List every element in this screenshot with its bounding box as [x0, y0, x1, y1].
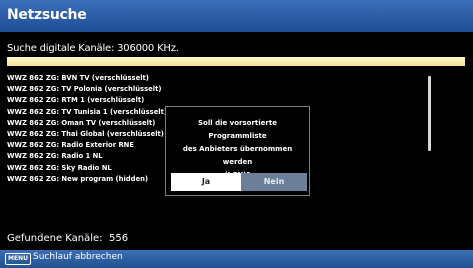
- channel-item: WWZ 862 ZG: BVN TV (verschlüsselt): [7, 74, 149, 82]
- cancel-scan-hint[interactable]: Suchlauf abbrechen: [33, 252, 123, 262]
- dialog-message-line-1: Soll die vorsortierte Programmliste: [198, 119, 277, 140]
- tv-screen: Netzsuche Suche digitale Kanäle: 306000 …: [0, 0, 473, 268]
- found-channels-count: 556: [109, 233, 129, 244]
- found-channels-label: Gefundene Kanäle:: [7, 233, 103, 244]
- page-title: Netzsuche: [7, 7, 87, 23]
- channel-list-scrollbar[interactable]: [428, 76, 431, 151]
- scan-progress-bar: [7, 57, 465, 66]
- channel-item: WWZ 862 ZG: TV Polonia (verschlüsselt): [7, 85, 162, 94]
- channel-item: WWZ 862 ZG: RTM 1 (verschlüsselt): [7, 96, 145, 105]
- dialog-message-line-2: des Anbieters übernommen werden: [182, 145, 293, 166]
- title-bar: Netzsuche: [0, 0, 473, 32]
- lcn-confirm-dialog: Soll die vorsortierte Programmliste des …: [165, 106, 310, 196]
- scan-progress-fill: [7, 57, 465, 66]
- menu-key-icon: MENU: [5, 253, 31, 265]
- yes-button[interactable]: Ja: [171, 173, 241, 191]
- footer-bar: MENU Suchlauf abbrechen: [0, 250, 473, 268]
- scan-status-label: Suche digitale Kanäle: 306000 KHz.: [7, 43, 179, 54]
- no-button[interactable]: Nein: [241, 173, 307, 191]
